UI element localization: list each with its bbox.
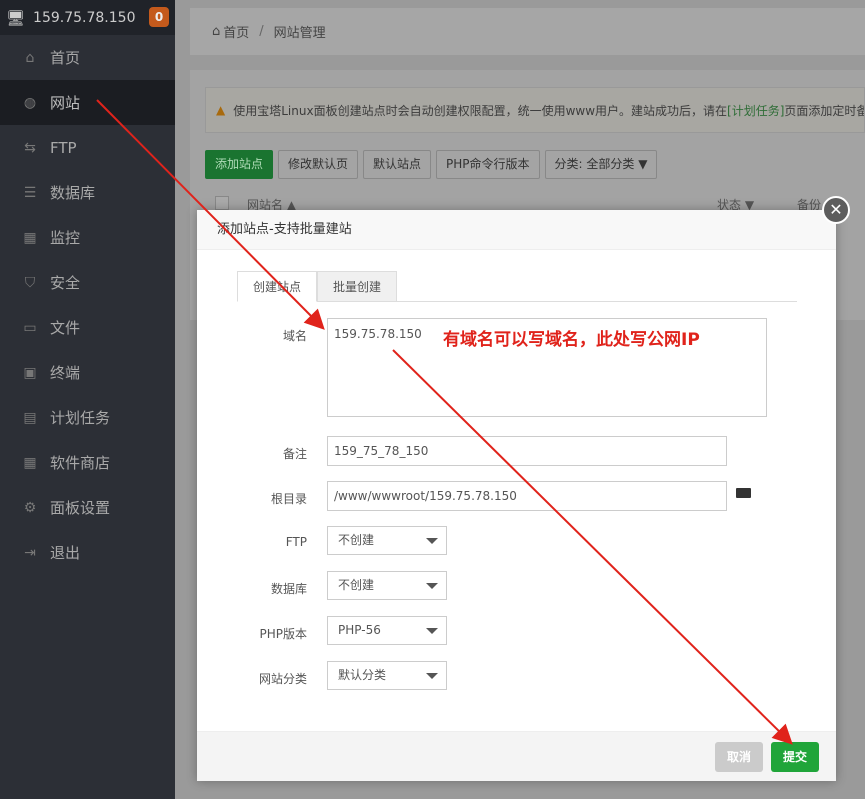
sidebar-item-4[interactable]: ▦ 监控 <box>0 215 175 260</box>
sidebar-item-11[interactable]: ⇥ 退出 <box>0 530 175 575</box>
home-icon: ⌂ <box>25 49 35 66</box>
root-dir-label: 根目录 <box>270 492 307 506</box>
server-ip: 159.75.78.150 <box>33 9 136 26</box>
breadcrumb-home[interactable]: 首页 <box>223 22 249 41</box>
tab-create-site[interactable]: 创建站点 <box>237 271 318 302</box>
php-version-label: PHP版本 <box>259 627 308 641</box>
ftp-label: FTP <box>285 535 307 549</box>
sidebar-item-label: 数据库 <box>50 184 96 202</box>
notice-text: 使用宝塔Linux面板创建站点时会自动创建权限配置，统一使用www用户。建站成功… <box>233 103 728 118</box>
add-site-button[interactable]: 添加站点 <box>205 150 274 179</box>
category-value: 分类: 全部分类 <box>554 157 635 171</box>
root-dir-input[interactable]: /www/wwwroot/159.75.78.150 <box>327 481 727 511</box>
default-site-button[interactable]: 默认站点 <box>363 150 432 179</box>
message-badge[interactable]: 0 <box>149 7 169 27</box>
sidebar-item-label: 安全 <box>50 274 81 292</box>
sidebar-item-2[interactable]: ⇆ FTP <box>0 125 175 170</box>
site-category-label: 网站分类 <box>258 672 307 686</box>
modify-default-page-button[interactable]: 修改默认页 <box>278 150 359 179</box>
sidebar-item-3[interactable]: ☰ 数据库 <box>0 170 175 215</box>
site-category-select[interactable]: 默认分类 <box>327 661 447 690</box>
site-category-value: 默认分类 <box>338 668 387 682</box>
globe-icon: ◍ <box>23 94 37 111</box>
home-icon: ⌂ <box>212 24 221 39</box>
dialog-title: 添加站点-支持批量建站 <box>197 210 836 250</box>
sidebar-item-10[interactable]: ⚙ 面板设置 <box>0 485 175 530</box>
chevron-down-icon <box>426 583 438 589</box>
add-site-dialog: 添加站点-支持批量建站 创建站点 批量创建 域名 159.75.78.150 有… <box>197 210 836 781</box>
chevron-down-icon <box>426 673 438 679</box>
close-icon[interactable]: ✕ <box>822 196 850 224</box>
sidebar-item-label: 网站 <box>50 94 81 112</box>
notice-text-after: 页面添加定时备份任务 <box>784 103 864 118</box>
ftp-value: 不创建 <box>338 533 375 547</box>
sidebar-item-label: 计划任务 <box>50 409 111 427</box>
notice-bar: ▲ 使用宝塔Linux面板创建站点时会自动创建权限配置，统一使用www用户。建站… <box>205 87 865 133</box>
ftp-icon: ⇆ <box>24 139 36 156</box>
php-version-select[interactable]: PHP-56 <box>327 616 447 645</box>
ftp-select[interactable]: 不创建 <box>327 526 447 555</box>
shield-icon: ⛉ <box>24 274 36 291</box>
sidebar: 🖥 159.75.78.150 0 ⌂ 首页 ◍ 网站 ⇆ FTP ☰ 数据库 ▦ 监控 ⛉ 安全 ▭ 文… <box>0 0 175 799</box>
remark-label: 备注 <box>282 447 307 461</box>
warning-icon: ▲ <box>216 103 226 117</box>
toolbar: 添加站点 修改默认页 默认站点 PHP命令行版本 分类: 全部分类 ▼ <box>205 150 658 179</box>
sidebar-item-label: 终端 <box>50 364 81 382</box>
annotation-text: 有域名可以写域名，此处写公网IP <box>443 330 700 350</box>
sidebar-item-label: 退出 <box>50 544 81 562</box>
chevron-down-icon <box>426 628 438 634</box>
grid-icon: ▦ <box>23 454 37 471</box>
sidebar-item-0[interactable]: ⌂ 首页 <box>0 35 175 80</box>
sidebar-item-label: 面板设置 <box>50 499 111 517</box>
category-select[interactable]: 分类: 全部分类 ▼ <box>544 150 658 179</box>
sidebar-item-label: 文件 <box>50 319 81 337</box>
monitor-icon: ▦ <box>23 229 37 246</box>
computer-icon: 🖥 <box>6 8 26 27</box>
tab-batch-create[interactable]: 批量创建 <box>317 271 398 302</box>
breadcrumb: ⌂ 首页 / 网站管理 <box>190 8 865 55</box>
select-all-checkbox[interactable] <box>215 196 229 210</box>
database-label: 数据库 <box>270 582 307 596</box>
server-header: 🖥 159.75.78.150 0 <box>0 0 175 35</box>
database-select[interactable]: 不创建 <box>327 571 447 600</box>
cron-link[interactable]: [计划任务] <box>727 102 784 119</box>
submit-button[interactable]: 提交 <box>771 742 819 772</box>
sidebar-item-1[interactable]: ◍ 网站 <box>0 80 175 125</box>
database-icon: ☰ <box>23 184 37 201</box>
gear-icon: ⚙ <box>23 499 37 516</box>
sidebar-item-label: FTP <box>50 138 77 157</box>
dialog-tabs: 创建站点 批量创建 <box>237 271 797 302</box>
php-cli-version-button[interactable]: PHP命令行版本 <box>436 150 540 179</box>
breadcrumb-separator: / <box>259 24 264 39</box>
dialog-footer: 取消 提交 <box>197 731 836 781</box>
logout-icon: ⇥ <box>24 544 36 561</box>
breadcrumb-current: 网站管理 <box>273 26 326 41</box>
sidebar-item-7[interactable]: ▣ 终端 <box>0 350 175 395</box>
sidebar-item-label: 监控 <box>50 229 81 247</box>
sidebar-item-8[interactable]: ▤ 计划任务 <box>0 395 175 440</box>
sidebar-item-6[interactable]: ▭ 文件 <box>0 305 175 350</box>
domain-label: 域名 <box>282 329 307 343</box>
terminal-icon: ▣ <box>23 364 37 381</box>
database-value: 不创建 <box>338 578 375 592</box>
cancel-button[interactable]: 取消 <box>715 742 763 772</box>
sidebar-item-5[interactable]: ⛉ 安全 <box>0 260 175 305</box>
php-version-value: PHP-56 <box>338 623 381 637</box>
folder-open-icon[interactable] <box>736 488 751 498</box>
remark-input[interactable]: 159_75_78_150 <box>327 436 727 466</box>
sidebar-item-label: 软件商店 <box>50 454 111 472</box>
chevron-down-icon <box>426 538 438 544</box>
calendar-icon: ▤ <box>23 409 37 426</box>
sidebar-item-9[interactable]: ▦ 软件商店 <box>0 440 175 485</box>
folder-icon: ▭ <box>23 319 37 336</box>
sidebar-item-label: 首页 <box>50 49 81 67</box>
chevron-down-icon: ▼ <box>638 157 648 171</box>
